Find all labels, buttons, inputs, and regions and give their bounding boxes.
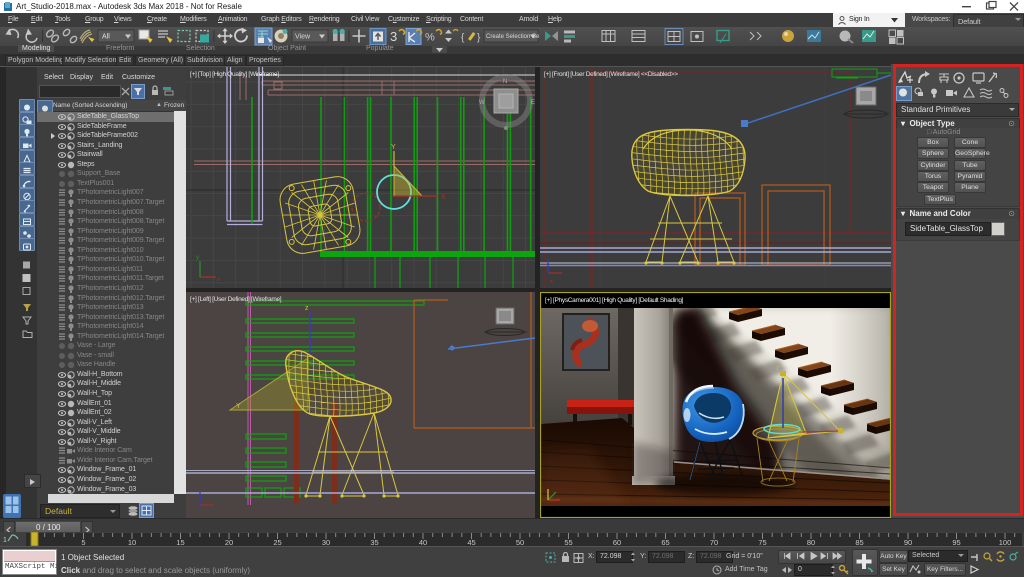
- svg-text:All: All: [102, 34, 110, 41]
- svg-text:85: 85: [855, 538, 863, 546]
- svg-text:X: X: [441, 194, 446, 201]
- svg-text:50: 50: [516, 538, 524, 546]
- svg-text:x: x: [550, 279, 553, 285]
- svg-text:I: I: [976, 554, 978, 562]
- svg-text:45: 45: [467, 538, 475, 546]
- svg-text:3: 3: [390, 29, 397, 44]
- svg-text:100: 100: [999, 538, 1012, 546]
- svg-text:W: W: [479, 100, 485, 106]
- svg-text:[+] [PhysCamera001] [High Qual: [+] [PhysCamera001] [High Quality] [Defa…: [545, 297, 684, 304]
- svg-text:x: x: [217, 277, 220, 283]
- svg-text:95: 95: [952, 538, 960, 546]
- svg-text:5: 5: [81, 538, 85, 546]
- svg-text:35: 35: [370, 538, 378, 546]
- svg-text:60: 60: [613, 538, 621, 546]
- svg-text:1: 1: [3, 537, 7, 544]
- svg-text:20: 20: [225, 538, 233, 546]
- svg-text:65: 65: [661, 538, 669, 546]
- svg-text:55: 55: [564, 538, 572, 546]
- svg-text:40: 40: [419, 538, 427, 546]
- svg-text:[+] [Front] [User Defined] [Wi: [+] [Front] [User Defined] [Wireframe] <…: [544, 71, 678, 78]
- svg-text:z: z: [776, 366, 779, 372]
- svg-text:{: {: [461, 33, 465, 44]
- svg-text:[+] [Top] [High Quality] [Wire: [+] [Top] [High Quality] [Wireframe]: [190, 71, 279, 78]
- svg-text:z: z: [305, 305, 309, 312]
- svg-text:y: y: [196, 255, 199, 261]
- svg-text:%: %: [425, 32, 435, 44]
- svg-text:N: N: [503, 79, 507, 85]
- svg-text:10: 10: [128, 538, 136, 546]
- svg-text:25: 25: [273, 538, 281, 546]
- svg-text:70: 70: [710, 538, 718, 546]
- svg-text:Y: Y: [236, 403, 241, 410]
- svg-text:E: E: [531, 100, 535, 106]
- svg-text:View: View: [295, 34, 311, 41]
- svg-text:Y: Y: [391, 144, 396, 151]
- svg-text:15: 15: [176, 538, 184, 546]
- svg-text:80: 80: [807, 538, 815, 546]
- svg-text:[+] [Left] [User Defined] [Wir: [+] [Left] [User Defined] [Wireframe]: [190, 296, 282, 303]
- svg-text:}: }: [477, 33, 481, 44]
- svg-text:75: 75: [758, 538, 766, 546]
- svg-text:90: 90: [904, 538, 912, 546]
- svg-text:30: 30: [322, 538, 330, 546]
